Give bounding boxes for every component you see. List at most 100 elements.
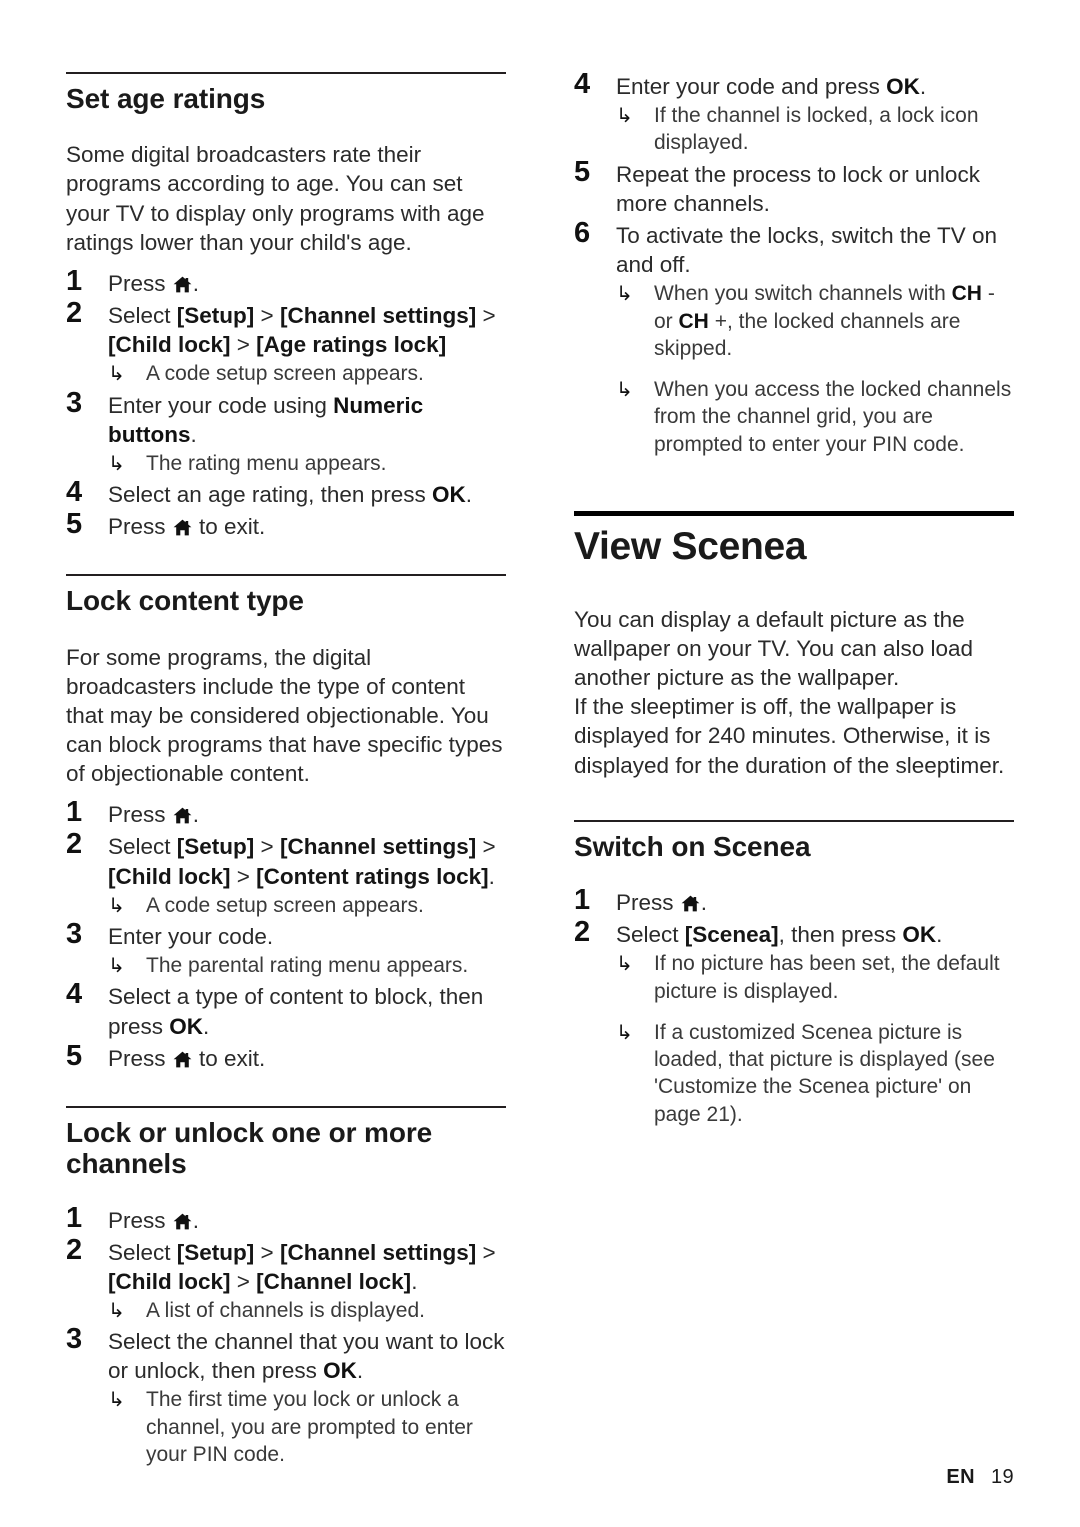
chapter-view-scenea: View Scenea You can display a default pi… — [574, 511, 1014, 780]
step-text-before: Press — [108, 270, 172, 296]
step-text-after: . — [700, 890, 708, 915]
step-item: 4 Enter your code and press OK. ↳ If the… — [574, 68, 1014, 157]
note-text: When you switch channels with CH - or CH… — [654, 282, 995, 360]
step-number: 5 — [574, 155, 591, 188]
step-text-before: Press — [108, 514, 172, 540]
document-page: Set age ratings Some digital broadcaster… — [0, 0, 1080, 1527]
step-text: To activate the locks, switch the TV on … — [616, 222, 998, 278]
step-text: Select the channel that you want to lock… — [108, 1329, 505, 1384]
step-item: 1 Press . — [66, 265, 506, 298]
step-number: 3 — [66, 386, 83, 419]
step-number: 4 — [574, 68, 591, 100]
footer-page-number: 19 — [990, 1466, 1014, 1488]
step-text: Select [Setup] > [Channel settings] > [C… — [108, 1239, 496, 1294]
step-text: Select [Scenea], then press OK. — [616, 922, 943, 948]
step-number: 2 — [66, 1233, 83, 1266]
step-item: 3 Select the channel that you want to lo… — [66, 1323, 506, 1468]
step-text: Enter your code using Numeric buttons. — [108, 392, 424, 447]
step-text: Select a type of content to block, then … — [108, 984, 484, 1039]
section-rule — [574, 819, 1014, 822]
section-intro-paragraph: For some programs, the digital broadcast… — [66, 644, 503, 787]
section-heading: Lock content type — [66, 585, 304, 617]
step-list: 1 Press . 2 Select [Setup] > [Channel se… — [66, 796, 506, 1073]
step-number: 1 — [66, 1201, 83, 1234]
step-number: 3 — [66, 1323, 83, 1356]
note-list: ↳ A code setup screen appears. — [108, 360, 506, 387]
section-lock-content-type: Lock content type For some programs, the… — [66, 574, 506, 1072]
continued-step-list: 4 Enter your code and press OK. ↳ If the… — [574, 68, 1014, 458]
step-item: 5 Press to exit. — [66, 1040, 506, 1073]
note-text: A code setup screen appears. — [146, 362, 424, 386]
arrow-bullet-icon: ↳ — [616, 1019, 633, 1044]
step-item: 5 Press to exit. — [66, 508, 506, 541]
step-number: 1 — [66, 264, 83, 297]
arrow-bullet-icon: ↳ — [108, 450, 125, 475]
note-text: A code setup screen appears. — [146, 893, 424, 917]
step-text: Press . — [616, 888, 1014, 917]
arrow-bullet-icon: ↳ — [108, 361, 125, 386]
section-rule — [66, 1105, 506, 1108]
step-number: 5 — [66, 1039, 83, 1072]
step-text: Press . — [108, 800, 506, 829]
step-item: 3 Enter your code using Numeric buttons.… — [66, 387, 506, 478]
section-intro-paragraph: Some digital broadcasters rate their pro… — [66, 142, 485, 255]
step-list: 1 Press . 2 Select [Setup] > [Channel se… — [66, 1202, 506, 1469]
step-text: Select an age rating, then press OK. — [108, 482, 472, 508]
step-number: 1 — [66, 796, 83, 829]
home-icon — [681, 895, 700, 912]
step-item: 2 Select [Setup] > [Channel settings] > … — [66, 297, 506, 388]
note-item: ↳ A code setup screen appears. — [108, 892, 506, 919]
step-text: Press . — [108, 269, 506, 298]
step-number: 1 — [574, 884, 591, 916]
chapter-paragraph: You can display a default picture as the… — [574, 606, 974, 691]
note-item: ↳ The rating menu appears. — [108, 450, 506, 477]
note-text: If no picture has been set, the default … — [654, 952, 1000, 1003]
chapter-paragraph: If the sleeptimer is off, the wallpaper … — [574, 694, 1005, 778]
step-text: Press to exit. — [108, 1044, 506, 1073]
left-column: Set age ratings Some digital broadcaster… — [66, 72, 506, 1471]
note-item: ↳ If a customized Scenea picture is load… — [616, 1019, 1014, 1128]
note-list: ↳ When you switch channels with CH - or … — [616, 280, 1014, 458]
note-text: If a customized Scenea picture is loaded… — [654, 1020, 995, 1126]
step-text-before: Press — [616, 890, 680, 915]
note-text: The first time you lock or unlock a chan… — [146, 1388, 473, 1467]
home-icon — [173, 1051, 192, 1068]
section-heading: Set age ratings — [66, 83, 266, 114]
step-number: 4 — [66, 476, 83, 509]
section-heading: Switch on Scenea — [574, 830, 811, 862]
step-text-before: Press — [108, 1045, 172, 1071]
note-item: ↳ When you switch channels with CH - or … — [616, 280, 1014, 362]
step-item: 2 Select [Setup] > [Channel settings] > … — [66, 1234, 506, 1325]
note-list: ↳ The parental rating menu appears. — [108, 952, 506, 979]
page-footer: EN 19 — [946, 1466, 1014, 1489]
note-list: ↳ A code setup screen appears. — [108, 892, 506, 919]
step-item: 3 Enter your code. ↳ The parental rating… — [66, 918, 506, 979]
step-text-before: Press — [108, 1207, 172, 1233]
note-item: ↳ If the channel is locked, a lock icon … — [616, 102, 1014, 157]
right-column: 4 Enter your code and press OK. ↳ If the… — [574, 68, 1014, 1471]
step-number: 5 — [66, 508, 83, 541]
home-icon — [173, 807, 192, 824]
arrow-bullet-icon: ↳ — [616, 951, 633, 976]
step-list: 1 Press . 2 Select [Scenea], then press … — [574, 884, 1014, 1128]
note-item: ↳ The parental rating menu appears. — [108, 952, 506, 979]
step-item: 4 Select a type of content to block, the… — [66, 978, 506, 1040]
arrow-bullet-icon: ↳ — [108, 1387, 125, 1412]
step-text: Enter your code and press OK. — [616, 74, 927, 99]
step-text-after: . — [192, 802, 200, 828]
arrow-bullet-icon: ↳ — [108, 1297, 125, 1322]
step-list: 1 Press . 2 Select [Setup] > [Channel se… — [66, 265, 506, 541]
step-number: 2 — [66, 828, 83, 861]
step-item: 4 Select an age rating, then press OK. — [66, 476, 506, 509]
note-list: ↳ If no picture has been set, the defaul… — [616, 950, 1014, 1128]
step-number: 6 — [574, 216, 591, 249]
note-item: ↳ The first time you lock or unlock a ch… — [108, 1386, 506, 1468]
step-item: 5 Repeat the process to lock or unlock m… — [574, 156, 1014, 218]
section-rule — [66, 574, 506, 577]
step-item: 2 Select [Scenea], then press OK. ↳ If n… — [574, 916, 1014, 1128]
note-list: ↳ The rating menu appears. — [108, 450, 506, 477]
step-text-after: . — [192, 270, 200, 296]
